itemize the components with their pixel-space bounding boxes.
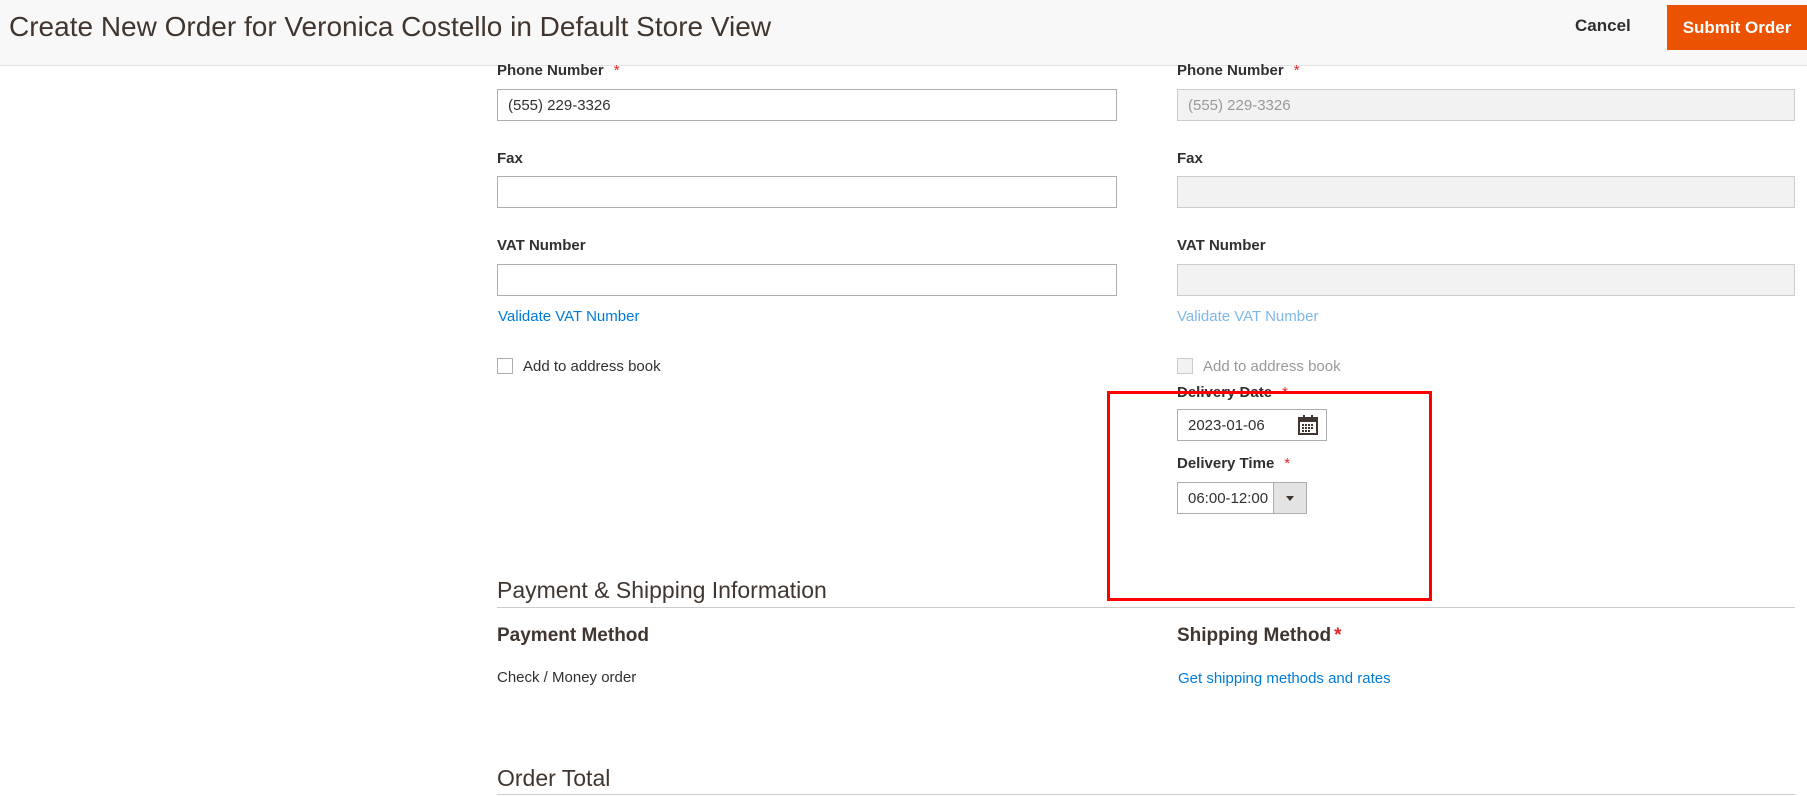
shipping-add-to-address-book-label: Add to address book	[1203, 358, 1341, 375]
label-text: Phone Number	[497, 62, 604, 79]
shipping-vat-label: VAT Number	[1177, 237, 1266, 254]
payment-shipping-heading: Payment & Shipping Information	[497, 577, 827, 603]
label-text: Shipping Method	[1177, 625, 1332, 646]
shipping-fax-label: Fax	[1177, 150, 1203, 167]
shipping-method-label: Shipping Method *	[1177, 625, 1341, 647]
page-header: Create New Order for Veronica Costello i…	[0, 0, 1807, 66]
section-divider	[497, 607, 1795, 608]
shipping-vat-input	[1177, 264, 1795, 296]
payment-method-label: Payment Method	[497, 625, 650, 646]
billing-phone-label: Phone Number *	[497, 62, 620, 79]
page-title: Create New Order for Veronica Costello i…	[9, 11, 772, 42]
get-shipping-methods-link[interactable]: Get shipping methods and rates	[1178, 670, 1391, 687]
shipping-phone-label: Phone Number *	[1177, 62, 1300, 79]
label-text: Phone Number	[1177, 62, 1284, 79]
billing-add-to-address-book-label: Add to address book	[523, 358, 661, 375]
shipping-fax-input	[1177, 176, 1795, 208]
cancel-button[interactable]: Cancel	[1575, 16, 1631, 36]
required-mark: *	[1334, 625, 1342, 646]
billing-fax-label: Fax	[497, 150, 523, 167]
billing-validate-vat-link[interactable]: Validate VAT Number	[498, 308, 639, 325]
billing-vat-label: VAT Number	[497, 237, 586, 254]
billing-add-to-address-book-checkbox[interactable]	[497, 358, 513, 374]
order-total-heading: Order Total	[497, 765, 611, 791]
required-mark: *	[1293, 62, 1300, 79]
submit-order-button[interactable]: Submit Order	[1667, 5, 1807, 50]
required-mark: *	[613, 62, 620, 79]
billing-phone-input[interactable]: (555) 229-3326	[497, 89, 1117, 121]
payment-method-value: Check / Money order	[497, 669, 637, 686]
highlight-box	[1107, 391, 1432, 601]
shipping-validate-vat-link: Validate VAT Number	[1177, 308, 1319, 325]
billing-fax-input[interactable]	[497, 176, 1117, 208]
section-divider	[497, 794, 1795, 795]
shipping-add-to-address-book-checkbox	[1177, 358, 1193, 374]
shipping-phone-input: (555) 229-3326	[1177, 89, 1795, 121]
billing-vat-input[interactable]	[497, 264, 1117, 296]
